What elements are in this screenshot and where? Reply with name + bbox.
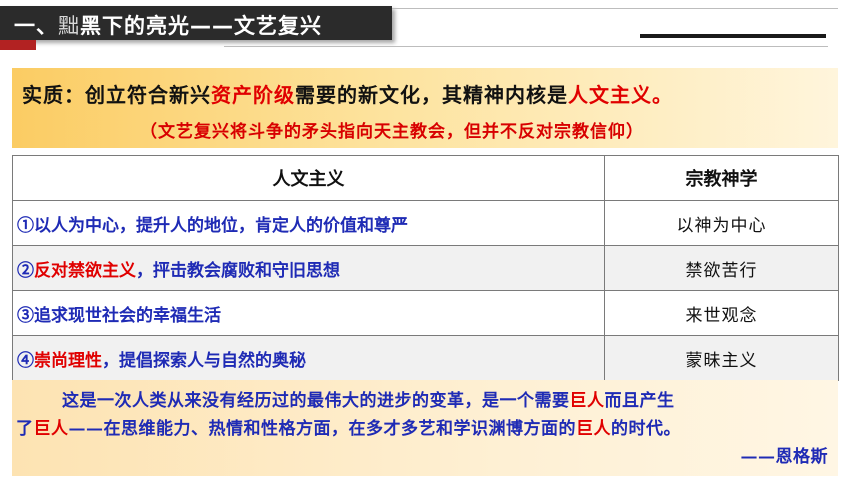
essence-banner: 实质：创立符合新兴资产阶级需要的新文化，其精神内核是人文主义。 （文艺复兴将斗争…: [12, 68, 838, 148]
point-number: ③: [17, 305, 34, 326]
point-number: ①: [17, 215, 34, 236]
point-text: ，提倡探索人与自然的奥秘: [102, 350, 306, 371]
section-title: 一、黜黑下的亮光——文艺复兴: [14, 10, 322, 40]
essence-text-a: 实质：创立符合新兴: [22, 83, 211, 107]
essence-statement: 实质：创立符合新兴资产阶级需要的新文化，其精神内核是人文主义。: [22, 79, 673, 108]
humanism-point-2: ②反对禁欲主义，抨击教会腐败和守旧思想: [12, 245, 605, 291]
title-dim-char: 黜: [58, 14, 80, 38]
divider-line-bottom: [224, 46, 828, 47]
humanism-point-4: ④崇尚理性，提倡探索人与自然的奥秘: [12, 335, 605, 381]
essence-text-b: 需要的新文化，其精神内核是: [295, 83, 568, 107]
point-number: ④: [17, 350, 34, 371]
quote-highlight-giant: 巨人: [33, 419, 69, 439]
table-row: ④崇尚理性，提倡探索人与自然的奥秘 蒙昧主义: [12, 335, 839, 381]
divider-line-black: [640, 34, 826, 38]
divider-line-top: [392, 8, 838, 9]
humanism-point-1: ①以人为中心，提升人的地位，肯定人的价值和尊严: [12, 200, 605, 246]
quote-author: ——恩格斯: [740, 447, 828, 467]
quote-text: 而且产生: [604, 391, 675, 411]
point-text: 追求现世社会的幸福生活: [34, 305, 221, 326]
engels-quote-box: 这是一次人类从来没有经历过的最伟大的进步的变革，是一个需要巨人而且产生 了巨人—…: [12, 380, 838, 476]
essence-note: （文艺复兴将斗争的矛头指向天主教会，但并不反对宗教信仰）: [140, 122, 644, 142]
theology-point-4: 蒙昧主义: [604, 335, 839, 381]
essence-highlight-bourgeoisie: 资产阶级: [211, 83, 295, 107]
quote-text: ——在思维能力、热情和性格方面，在多才多艺和学识渊博方面的: [68, 419, 576, 439]
title-main: 黑下的亮光——文艺复兴: [80, 14, 322, 38]
table-header-row: 人文主义 宗教神学: [12, 155, 839, 201]
essence-highlight-humanism: 人文主义。: [568, 83, 673, 107]
table-row: ①以人为中心，提升人的地位，肯定人的价值和尊严 以神为中心: [12, 200, 839, 246]
quote-line-1: 这是一次人类从来没有经历过的最伟大的进步的变革，是一个需要巨人而且产生: [62, 386, 675, 411]
quote-highlight-giant: 巨人: [576, 419, 611, 439]
quote-line-2: 了巨人——在思维能力、热情和性格方面，在多才多艺和学识渊博方面的巨人的时代。: [16, 414, 681, 439]
title-prefix: 一、: [14, 14, 58, 38]
point-highlight: 崇尚理性: [34, 350, 102, 371]
point-text: 以人为中心，提升人的地位，肯定人的价值和尊严: [34, 215, 408, 236]
humanism-point-3: ③追求现世社会的幸福生活: [12, 290, 605, 336]
point-highlight: 反对禁欲主义: [34, 260, 136, 281]
comparison-table: 人文主义 宗教神学 ①以人为中心，提升人的地位，肯定人的价值和尊严 以神为中心 …: [12, 155, 839, 381]
table-row: ②反对禁欲主义，抨击教会腐败和守旧思想 禁欲苦行: [12, 245, 839, 291]
header-theology: 宗教神学: [604, 155, 839, 201]
table-row: ③追求现世社会的幸福生活 来世观念: [12, 290, 839, 336]
quote-text: 这是一次人类从来没有经历过的最伟大的进步的变革，是一个需要: [62, 391, 570, 411]
quote-text: 的时代。: [611, 419, 681, 439]
quote-text: 了: [16, 419, 34, 439]
point-number: ②: [17, 260, 34, 281]
header-humanism: 人文主义: [12, 155, 605, 201]
theology-point-3: 来世观念: [604, 290, 839, 336]
red-accent-tab: [0, 40, 36, 50]
point-text: ，抨击教会腐败和守旧思想: [136, 260, 340, 281]
quote-highlight-giant: 巨人: [569, 391, 605, 411]
section-title-bar: 一、黜黑下的亮光——文艺复兴: [0, 6, 392, 40]
theology-point-2: 禁欲苦行: [604, 245, 839, 291]
theology-point-1: 以神为中心: [604, 200, 839, 246]
